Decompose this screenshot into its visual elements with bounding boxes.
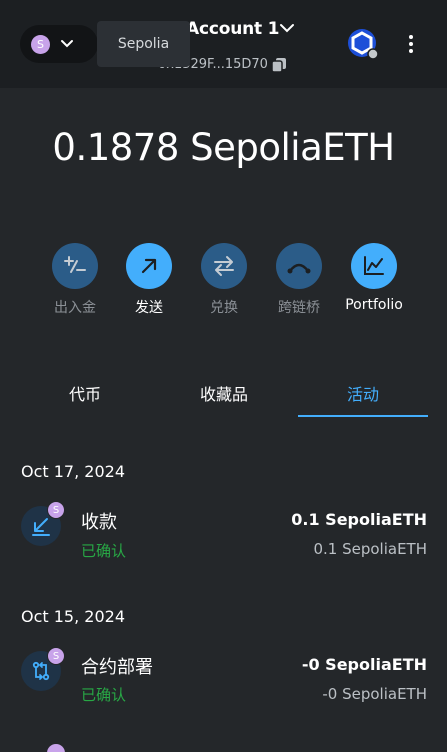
account-chevron-down-icon[interactable] (278, 21, 296, 35)
bridge-circle (276, 243, 322, 289)
tx-amount: -0 SepoliaETH (301, 655, 427, 674)
portfolio-button[interactable]: Portfolio (339, 243, 409, 313)
buy-sell-button[interactable]: 出入金 (40, 243, 110, 317)
network-avatar: S (31, 34, 50, 54)
header: S Sepolia Account 1 0x1529F...15D70 (0, 0, 447, 88)
tx-title: 合约部署 (81, 657, 153, 678)
more-options-icon[interactable] (404, 34, 418, 54)
send-button[interactable]: 发送 (114, 243, 184, 317)
swap-icon (214, 256, 234, 276)
bridge-icon (287, 263, 311, 274)
swap-button[interactable]: 兑换 (189, 243, 259, 317)
bridge-button[interactable]: 跨链桥 (264, 243, 334, 317)
tx-sub-amount: -0 SepoliaETH (322, 685, 427, 703)
portfolio-label: Portfolio (345, 297, 403, 313)
buy-sell-icon (64, 256, 86, 273)
tx-sub-amount: 0.1 SepoliaETH (313, 540, 427, 558)
tab-collectibles[interactable]: 收藏品 (159, 381, 289, 417)
tx-status: 已确认 (81, 542, 127, 560)
tx-status: 已确认 (81, 686, 127, 704)
send-label: 发送 (135, 300, 163, 316)
swap-label: 兑换 (210, 300, 238, 316)
send-arrow-icon (141, 258, 157, 274)
buy-sell-label: 出入金 (54, 300, 96, 316)
receive-arrow-icon (32, 518, 50, 536)
tab-activity[interactable]: 活动 (298, 381, 428, 417)
send-circle (126, 243, 172, 289)
connected-site-icon[interactable] (346, 27, 380, 61)
swap-circle (201, 243, 247, 289)
portfolio-chart-icon (364, 256, 384, 275)
network-picker-button[interactable]: S (20, 25, 98, 63)
network-badge: S (47, 501, 65, 519)
activity-date: Oct 15, 2024 (21, 607, 125, 626)
portfolio-circle (351, 243, 397, 289)
account-name[interactable]: Account 1 (186, 19, 279, 39)
bridge-label: 跨链桥 (278, 300, 320, 316)
copy-icon[interactable] (270, 56, 288, 74)
network-tooltip: Sepolia (97, 21, 190, 67)
buy-sell-circle (52, 243, 98, 289)
network-badge: S (47, 647, 65, 665)
tx-amount: 0.1 SepoliaETH (291, 510, 427, 529)
activity-date: Oct 17, 2024 (21, 462, 125, 481)
network-badge (47, 744, 65, 752)
balance-amount: 0.1878 SepoliaETH (52, 126, 395, 169)
tx-title: 收款 (81, 512, 117, 533)
contract-deploy-icon (32, 661, 50, 681)
chevron-down-icon (61, 40, 73, 48)
tab-tokens[interactable]: 代币 (20, 381, 150, 417)
